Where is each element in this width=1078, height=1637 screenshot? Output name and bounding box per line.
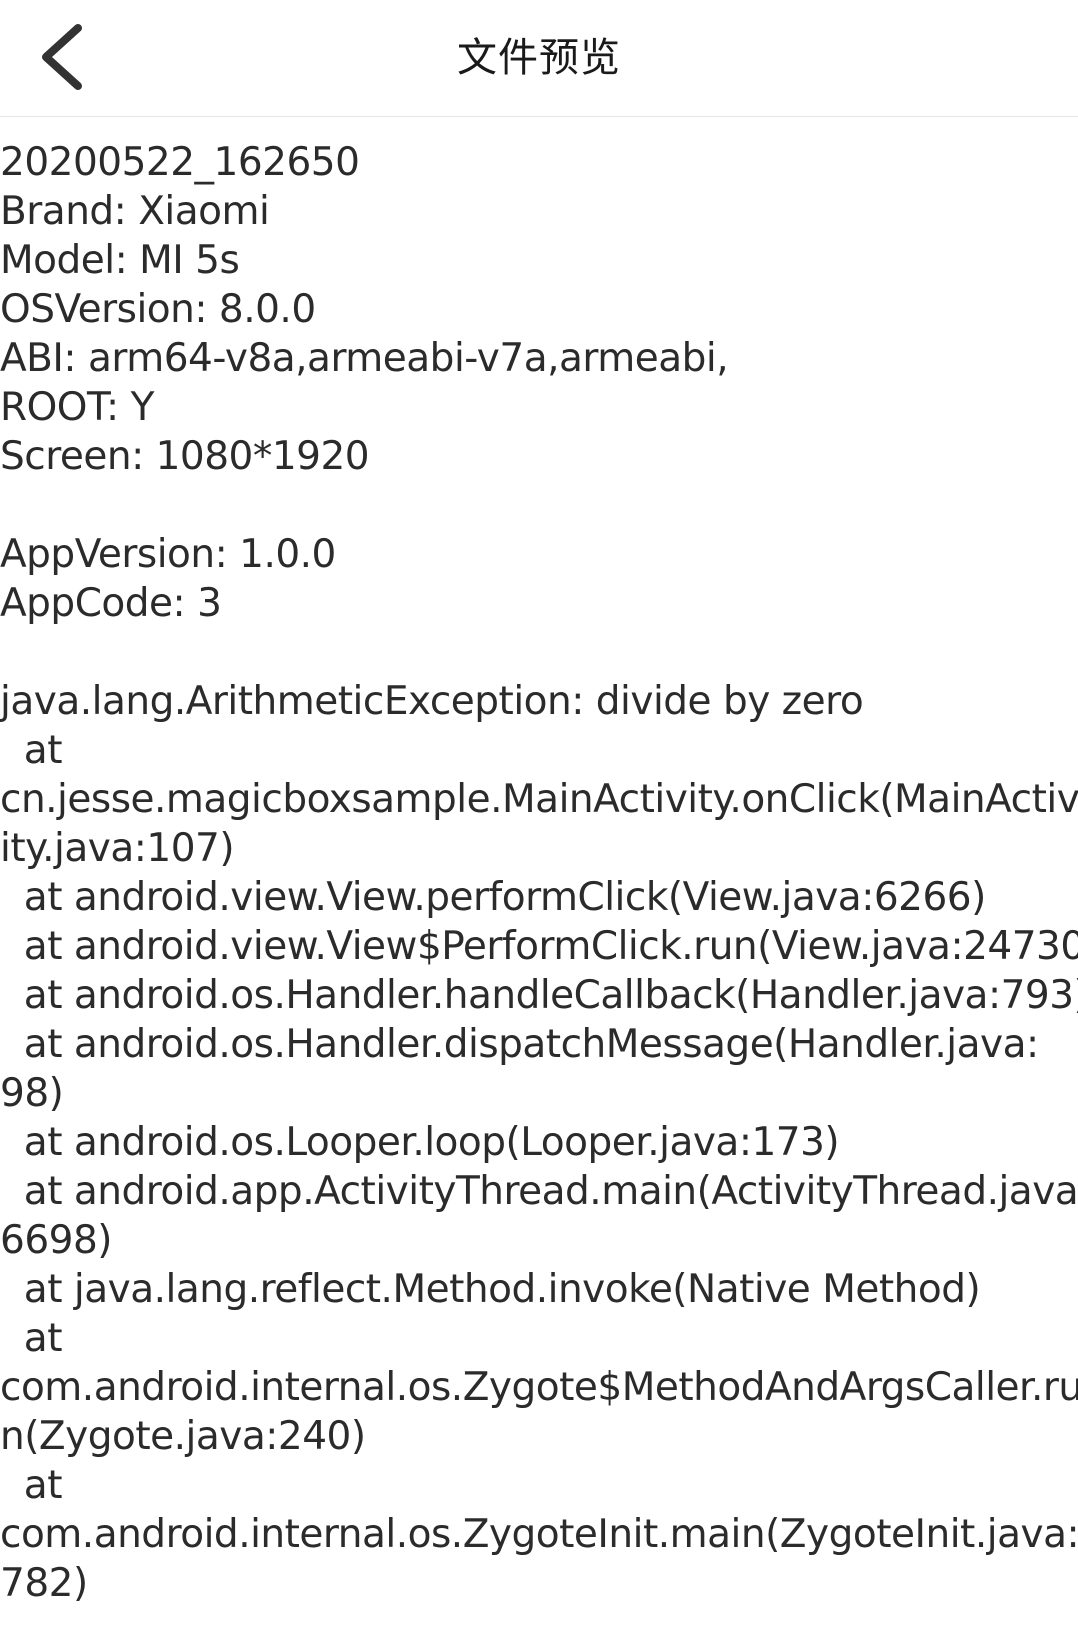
log-line: ABI: arm64-v8a,armeabi-v7a,armeabi, <box>0 336 729 381</box>
log-line: at <box>0 728 63 773</box>
log-line: AppCode: 3 <box>0 581 222 626</box>
log-line: at android.os.Handler.handleCallback(Han… <box>0 973 1078 1018</box>
log-line: at android.view.View.performClick(View.j… <box>0 875 987 920</box>
log-line: cn.jesse.magicboxsample.MainActivity.onC… <box>0 777 1078 822</box>
log-line: ity.java:107) <box>0 826 235 871</box>
log-line: Model: MI 5s <box>0 238 240 283</box>
log-line: com.android.internal.os.Zygote$MethodAnd… <box>0 1365 1078 1410</box>
log-line: Brand: Xiaomi <box>0 189 270 234</box>
log-line: com.android.internal.os.ZygoteInit.main(… <box>0 1512 1078 1557</box>
log-line: 6698) <box>0 1218 112 1263</box>
log-line: n(Zygote.java:240) <box>0 1414 366 1459</box>
app-bar: 文件预览 <box>0 0 1078 117</box>
log-line: at java.lang.reflect.Method.invoke(Nativ… <box>0 1267 981 1312</box>
log-line: Screen: 1080*1920 <box>0 434 370 479</box>
log-line: at android.view.View$PerformClick.run(Vi… <box>0 924 1078 969</box>
log-line: at <box>0 1316 63 1361</box>
log-line: at android.os.Handler.dispatchMessage(Ha… <box>0 1022 1039 1067</box>
log-line: 20200522_162650 <box>0 140 360 185</box>
log-line: at <box>0 1463 63 1508</box>
log-line: 98) <box>0 1071 64 1116</box>
log-line: AppVersion: 1.0.0 <box>0 532 336 577</box>
log-line: at android.app.ActivityThread.main(Activ… <box>0 1169 1078 1214</box>
log-line: OSVersion: 8.0.0 <box>0 287 316 332</box>
log-line: java.lang.ArithmeticException: divide by… <box>0 679 864 724</box>
log-line: at android.os.Looper.loop(Looper.java:17… <box>0 1120 840 1165</box>
page-title: 文件预览 <box>457 35 621 81</box>
log-line: ROOT: Y <box>0 385 154 430</box>
file-content[interactable]: 20200522_162650 Brand: Xiaomi Model: MI 5s… <box>0 138 1078 1633</box>
log-line: 782) <box>0 1561 88 1606</box>
